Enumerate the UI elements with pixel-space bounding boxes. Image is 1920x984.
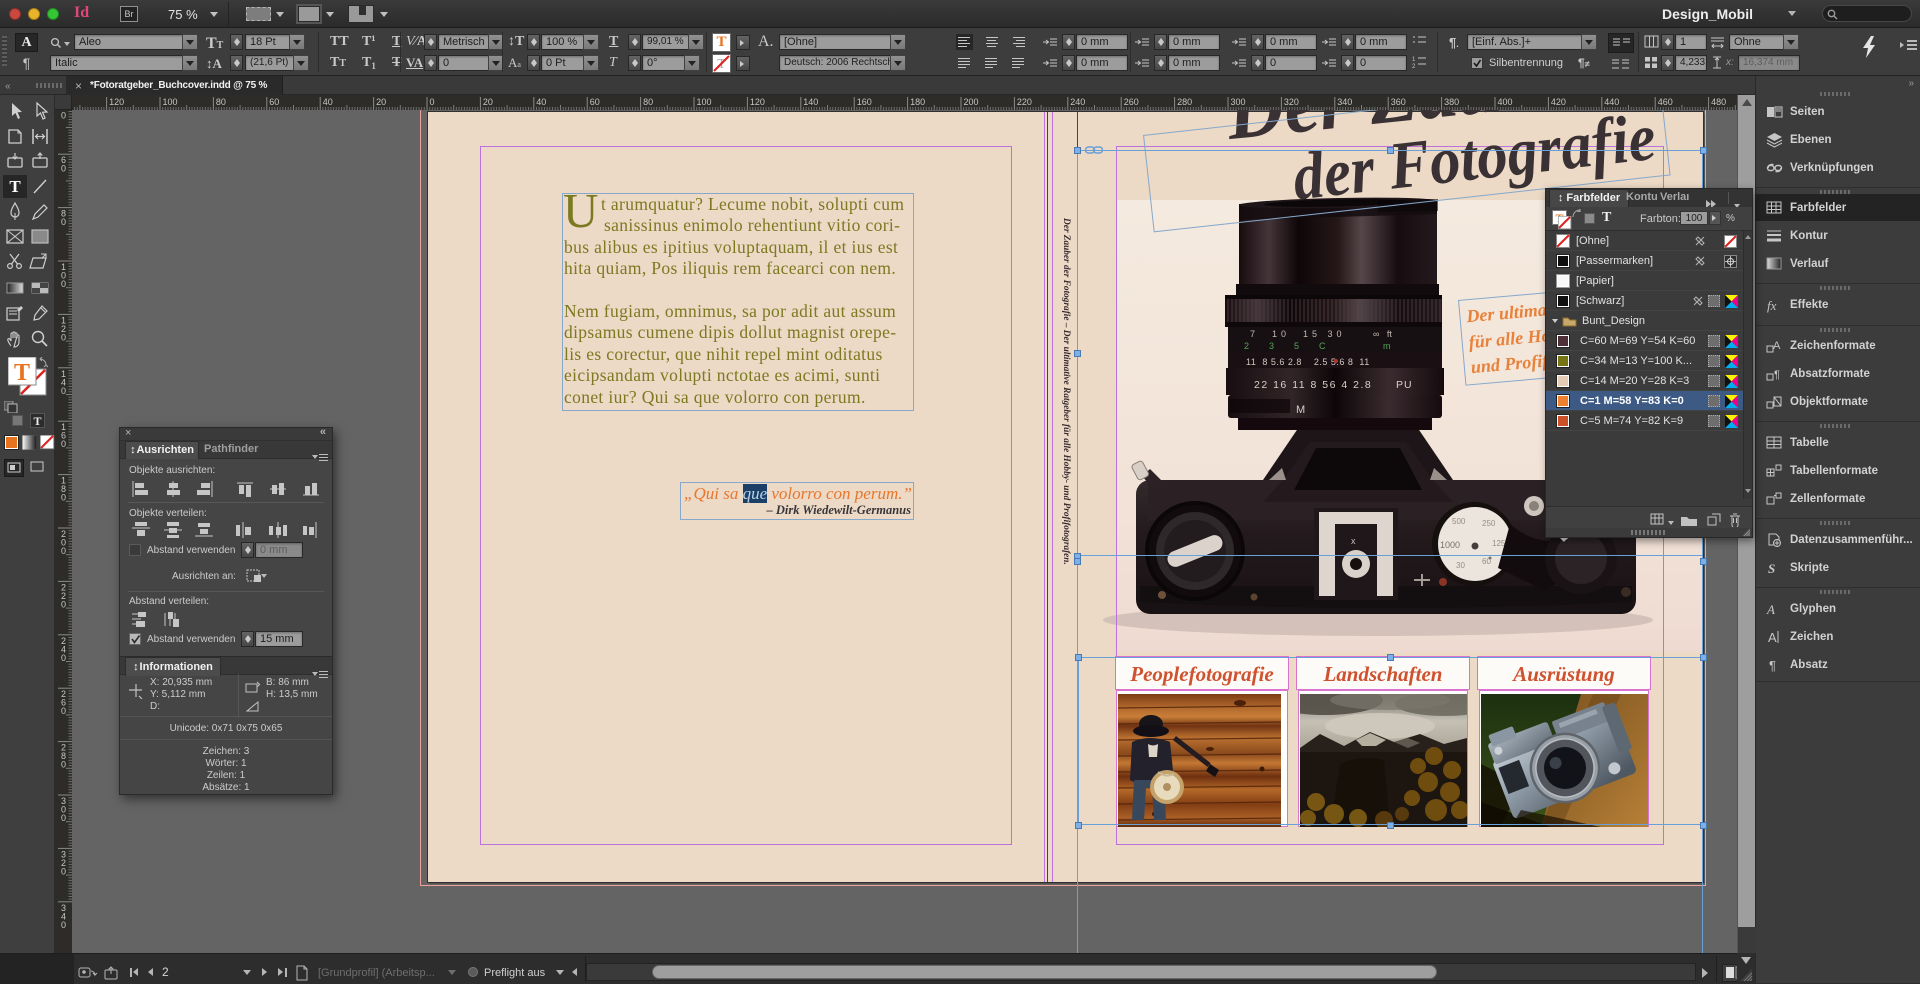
svg-text:T: T: [14, 360, 30, 386]
svg-text:¶: ¶: [1769, 658, 1776, 673]
svg-text:S: S: [1768, 561, 1775, 576]
svg-text:220: 220: [1017, 97, 1032, 107]
svg-text:0: 0: [61, 813, 66, 823]
svg-text:80: 80: [216, 97, 226, 107]
svg-text:240: 240: [1070, 97, 1085, 107]
svg-text:400: 400: [1498, 97, 1513, 107]
svg-text:200: 200: [964, 97, 979, 107]
svg-text:0: 0: [61, 546, 66, 556]
svg-text:0: 0: [61, 439, 66, 449]
svg-text:¶: ¶: [1774, 369, 1780, 381]
svg-text:1: 1: [1412, 57, 1416, 63]
svg-text:0: 0: [61, 920, 66, 930]
svg-text:0: 0: [61, 653, 66, 663]
svg-text:80: 80: [643, 97, 653, 107]
svg-text:0: 0: [61, 279, 66, 289]
svg-text:0: 0: [61, 760, 66, 770]
svg-text:320: 320: [1284, 97, 1299, 107]
svg-text:0: 0: [61, 110, 66, 120]
svg-text:2: 2: [1412, 64, 1416, 69]
svg-text:480: 480: [1711, 97, 1726, 107]
svg-text:T: T: [9, 177, 21, 196]
svg-text:380: 380: [1444, 97, 1459, 107]
svg-text:A: A: [1766, 602, 1775, 617]
svg-text:0: 0: [61, 332, 66, 342]
svg-text:0: 0: [61, 386, 66, 396]
svg-text:0: 0: [61, 706, 66, 716]
svg-text:300: 300: [1231, 97, 1246, 107]
svg-text:60: 60: [269, 97, 279, 107]
svg-text:20: 20: [376, 97, 386, 107]
svg-text:420: 420: [1551, 97, 1566, 107]
svg-text:fx: fx: [1767, 298, 1777, 313]
svg-text:0: 0: [61, 217, 66, 227]
svg-text:60: 60: [590, 97, 600, 107]
svg-text:120: 120: [750, 97, 765, 107]
svg-text:20: 20: [483, 97, 493, 107]
svg-text:260: 260: [1124, 97, 1139, 107]
svg-text:0: 0: [61, 493, 66, 503]
svg-text:460: 460: [1658, 97, 1673, 107]
svg-text:A: A: [1773, 340, 1781, 352]
svg-text:0: 0: [61, 866, 66, 876]
svg-text:0: 0: [61, 599, 66, 609]
svg-text:140: 140: [803, 97, 818, 107]
svg-text:340: 340: [1337, 97, 1352, 107]
svg-text:100: 100: [163, 97, 178, 107]
svg-text:40: 40: [536, 97, 546, 107]
svg-text:40: 40: [323, 97, 333, 107]
svg-text:160: 160: [857, 97, 872, 107]
svg-text:0: 0: [430, 97, 435, 107]
svg-text:440: 440: [1604, 97, 1619, 107]
svg-text:A: A: [1768, 630, 1777, 645]
svg-text:120: 120: [109, 97, 124, 107]
svg-text:0: 0: [61, 164, 66, 174]
svg-text:180: 180: [910, 97, 925, 107]
svg-text:280: 280: [1177, 97, 1192, 107]
svg-text:360: 360: [1391, 97, 1406, 107]
svg-text:100: 100: [697, 97, 712, 107]
